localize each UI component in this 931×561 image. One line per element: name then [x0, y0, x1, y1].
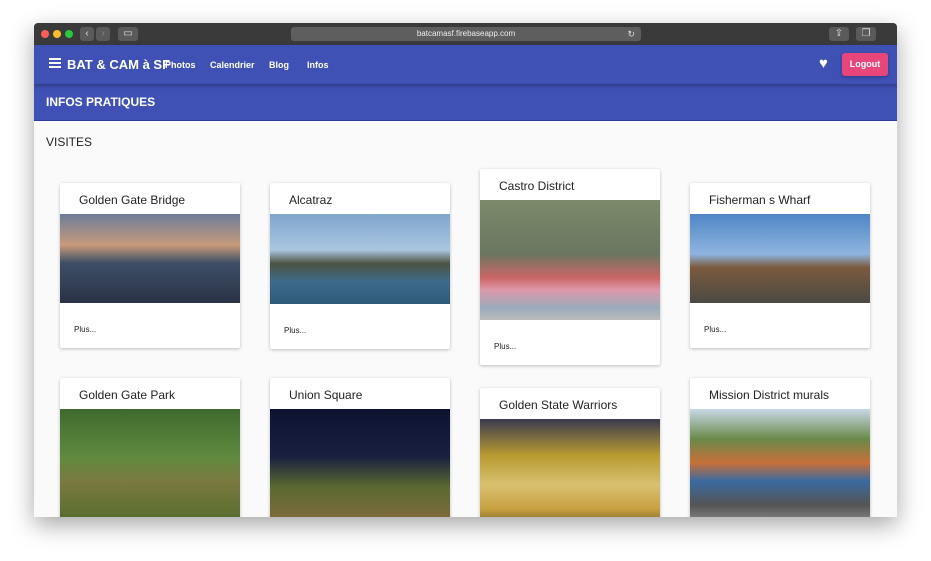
card-image: [690, 214, 870, 303]
hamburger-menu-icon[interactable]: [49, 58, 61, 68]
tabs-icon[interactable]: ❐: [856, 27, 876, 41]
card-image: [60, 214, 240, 303]
card-image: [480, 200, 660, 320]
card-image: [60, 409, 240, 517]
share-icon[interactable]: ⇪: [829, 27, 849, 41]
forward-icon[interactable]: ›: [96, 27, 110, 41]
maximize-window-button[interactable]: [65, 30, 73, 38]
card-title: Golden Gate Bridge: [79, 193, 186, 207]
card-golden-gate-bridge[interactable]: Golden Gate Bridge Plus...: [60, 183, 240, 348]
card-image: [480, 419, 660, 517]
section-title: VISITES: [46, 135, 93, 149]
card-union-square[interactable]: Union Square: [270, 378, 450, 517]
close-window-button[interactable]: [41, 30, 49, 38]
card-image: [270, 214, 450, 304]
minimize-window-button[interactable]: [53, 30, 61, 38]
more-link[interactable]: Plus...: [270, 304, 450, 349]
url-text: batcamasf.firebaseapp.com: [416, 29, 516, 38]
logout-button[interactable]: Logout: [842, 53, 888, 76]
card-image: [270, 409, 450, 517]
browser-window: ‹ › ▭ batcamasf.firebaseapp.com ↻ ⇪ ❐ BAT…: [34, 23, 897, 517]
more-link[interactable]: Plus...: [690, 303, 870, 348]
card-fishermans-wharf[interactable]: Fisherman s Wharf Plus...: [690, 183, 870, 348]
card-title: Fisherman s Wharf: [709, 193, 811, 207]
nav-link-infos[interactable]: Infos: [307, 60, 329, 70]
card-castro-district[interactable]: Castro District Plus...: [480, 169, 660, 365]
nav-link-calendrier[interactable]: Calendrier: [210, 60, 255, 70]
page-header: INFOS PRATIQUES: [34, 84, 897, 121]
nav-link-photos[interactable]: Photos: [165, 60, 196, 70]
card-alcatraz[interactable]: Alcatraz Plus...: [270, 183, 450, 349]
card-golden-state-warriors[interactable]: Golden State Warriors: [480, 388, 660, 517]
card-title: Alcatraz: [289, 193, 333, 207]
address-bar[interactable]: batcamasf.firebaseapp.com ↻: [291, 27, 641, 41]
card-title: Castro District: [499, 179, 575, 193]
card-image: [690, 409, 870, 517]
browser-titlebar: ‹ › ▭ batcamasf.firebaseapp.com ↻ ⇪ ❐: [34, 23, 897, 45]
card-title: Union Square: [289, 388, 363, 402]
card-mission-district-murals[interactable]: Mission District murals: [690, 378, 870, 517]
heart-icon[interactable]: ♥: [819, 55, 828, 72]
back-icon[interactable]: ‹: [80, 27, 94, 41]
card-title: Golden State Warriors: [499, 398, 618, 412]
top-navbar: BAT & CAM à SF Photos Calendrier Blog In…: [34, 45, 897, 84]
more-link[interactable]: Plus...: [480, 320, 660, 365]
more-link[interactable]: Plus...: [60, 303, 240, 348]
card-title: Golden Gate Park: [79, 388, 176, 402]
reload-icon[interactable]: ↻: [627, 27, 635, 41]
brand-title[interactable]: BAT & CAM à SF: [67, 57, 170, 72]
nav-link-blog[interactable]: Blog: [269, 60, 289, 70]
sidebar-icon[interactable]: ▭: [118, 27, 138, 41]
page-title: INFOS PRATIQUES: [46, 95, 156, 109]
card-golden-gate-park[interactable]: Golden Gate Park: [60, 378, 240, 517]
card-title: Mission District murals: [709, 388, 830, 402]
